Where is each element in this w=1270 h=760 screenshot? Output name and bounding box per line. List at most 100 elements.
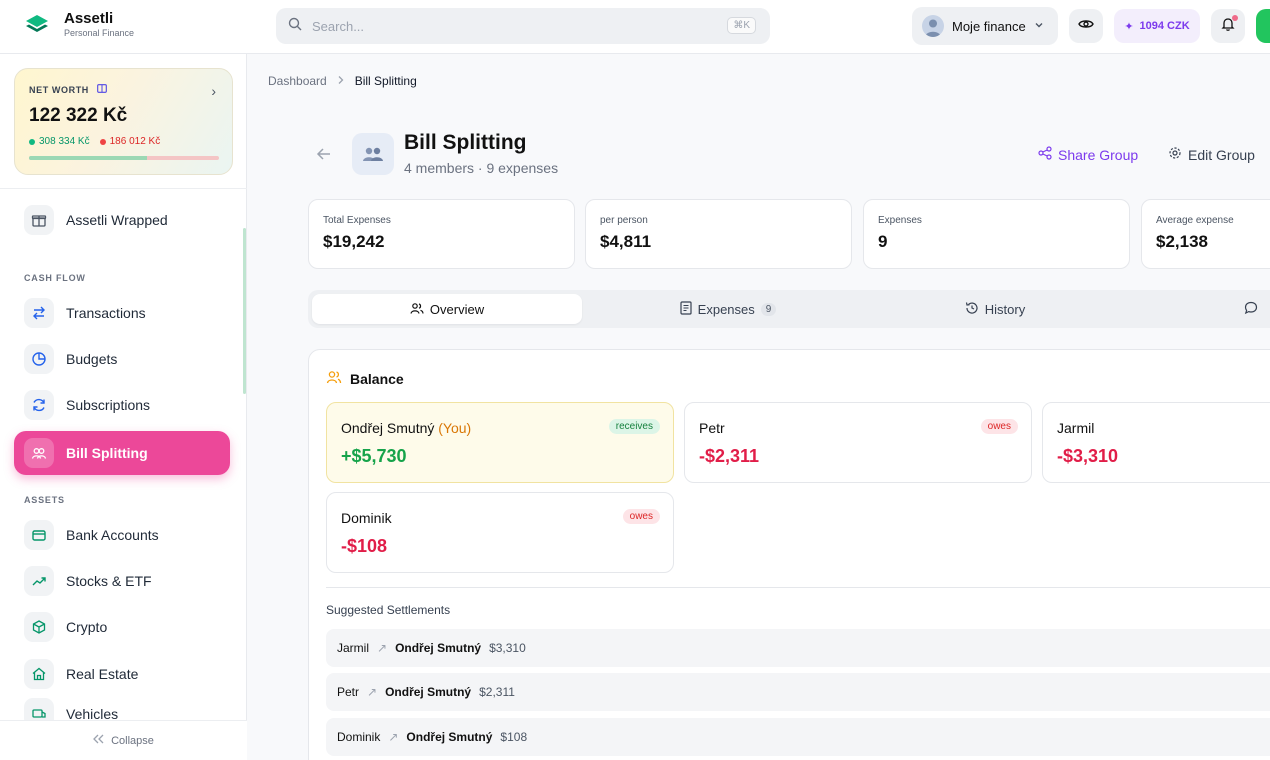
avatar — [922, 15, 944, 37]
tab-label: Overview — [429, 301, 485, 317]
settlement-row[interactable]: Dominik ↗ Ondřej Smutný $108 — [326, 718, 1270, 756]
member-card-petr[interactable]: Petr owes -$2,311 — [684, 402, 1032, 483]
you-tag: (You) — [438, 420, 472, 436]
sidebar-item-label: Subscriptions — [66, 397, 151, 413]
sidebar-item-transactions[interactable]: Transactions — [14, 291, 230, 335]
page-title: Bill Splitting — [404, 131, 527, 154]
tab-bar: Overview Expenses 9 History — [308, 290, 1270, 328]
history-icon — [965, 301, 979, 318]
sidebar-item-budgets[interactable]: Budgets — [14, 337, 230, 381]
gear-icon — [1168, 146, 1182, 163]
stat-label: per person — [600, 215, 648, 226]
sidebar-item-label: Transactions — [66, 305, 146, 321]
sidebar-item-stocks[interactable]: Stocks & ETF — [14, 559, 230, 603]
share-group-label: Share Group — [1058, 146, 1139, 163]
sidebar-item-bill-splitting[interactable]: Bill Splitting — [14, 431, 230, 475]
eye-icon — [1078, 16, 1094, 37]
vehicle-icon — [24, 698, 54, 720]
member-card-you[interactable]: Ondřej Smutný (You) receives +$5,730 — [326, 402, 674, 483]
member-balance: +$5,730 — [341, 446, 407, 466]
tab-expenses[interactable]: Expenses 9 — [588, 294, 868, 324]
member-name: Jarmil — [1057, 420, 1095, 436]
tab-count-badge: 9 — [760, 302, 777, 316]
gift-icon — [24, 205, 54, 235]
settlement-row[interactable]: Petr ↗ Ondřej Smutný $2,311 — [326, 673, 1270, 711]
stat-card-total: Total Expenses $19,242 — [308, 199, 575, 269]
settlement-row[interactable]: Jarmil ↗ Ondřej Smutný $3,310 — [326, 629, 1270, 667]
notification-dot — [1232, 15, 1238, 21]
stat-card-per-person: per person $4,811 — [585, 199, 852, 269]
sidebar-scrollbar[interactable] — [243, 228, 246, 394]
sidebar-item-wrapped[interactable]: Assetli Wrapped — [14, 198, 230, 242]
balance-heading: Balance — [326, 369, 404, 388]
settlement-from: Dominik — [337, 730, 381, 744]
tab-history[interactable]: History — [858, 294, 1132, 324]
brand-name: Assetli — [64, 10, 114, 27]
arrow-up-right-icon: ↗ — [388, 730, 399, 744]
search-input[interactable] — [312, 18, 692, 34]
sidebar-item-label: Assetli Wrapped — [66, 212, 168, 228]
sidebar-item-vehicles[interactable]: Vehicles — [14, 698, 230, 720]
back-arrow-icon[interactable] — [316, 146, 332, 167]
stat-card-expenses: Expenses 9 — [863, 199, 1130, 269]
status-badge: owes — [980, 419, 1018, 434]
group-icon — [352, 133, 394, 175]
refresh-icon — [24, 390, 54, 420]
status-badge: owes — [622, 509, 660, 524]
credits-button[interactable]: ✦ 1094 CZK — [1114, 9, 1200, 43]
collapse-button[interactable]: Collapse — [0, 720, 247, 760]
sidebar-item-label: Vehicles — [66, 706, 119, 720]
users-icon — [326, 369, 342, 388]
member-balance: -$3,310 — [1057, 446, 1119, 466]
privacy-toggle-button[interactable] — [1069, 9, 1103, 43]
settlement-amount: $2,311 — [479, 685, 515, 699]
sidebar-item-label: Crypto — [66, 619, 108, 635]
net-worth-label: NET WORTH — [29, 84, 89, 95]
chevron-down-icon — [1034, 17, 1044, 35]
sidebar-item-bank-accounts[interactable]: Bank Accounts — [14, 513, 230, 557]
stat-value: 9 — [878, 232, 888, 251]
chat-bubble-icon — [1244, 301, 1258, 318]
sidebar-item-crypto[interactable]: Crypto — [14, 605, 230, 649]
notifications-button[interactable] — [1211, 9, 1245, 43]
page-subtitle: 4 members · 9 expenses — [404, 160, 559, 176]
stat-label: Expenses — [878, 215, 922, 226]
asset-dot — [29, 138, 35, 145]
search-bar[interactable]: ⌘K — [276, 8, 770, 44]
pie-chart-icon — [24, 344, 54, 374]
chevron-right-icon[interactable]: › — [211, 83, 216, 99]
settlement-to: Ondřej Smutný — [385, 685, 472, 699]
sidebar-item-real-estate[interactable]: Real Estate — [14, 652, 230, 696]
brand[interactable]: Assetli Personal Finance — [24, 10, 134, 38]
section-label-cash-flow: CASH FLOW — [24, 273, 86, 283]
stat-value: $19,242 — [323, 232, 385, 251]
settlement-from: Petr — [337, 685, 360, 699]
status-badge: receives — [608, 419, 660, 434]
share-group-button[interactable]: Share Group — [1038, 146, 1138, 163]
tab-overview[interactable]: Overview — [312, 294, 582, 324]
sparkle-icon: ✦ — [1124, 20, 1134, 33]
breadcrumb-root[interactable]: Dashboard — [268, 74, 327, 88]
top-bar: Assetli Personal Finance ⌘K Moje finance… — [0, 0, 1270, 54]
action-button[interactable] — [1256, 9, 1270, 43]
collapse-label: Collapse — [111, 734, 154, 747]
edit-group-button[interactable]: Edit Group — [1168, 146, 1255, 163]
chevrons-left-icon — [93, 734, 105, 747]
sidebar-item-label: Bank Accounts — [66, 527, 159, 543]
sidebar: NET WORTH › 122 322 Kč 308 334 Kč 186 01… — [0, 54, 247, 760]
member-card-dominik[interactable]: Dominik owes -$108 — [326, 492, 674, 573]
sidebar-item-label: Real Estate — [66, 666, 139, 682]
settlement-from: Jarmil — [337, 641, 369, 655]
net-worth-card[interactable]: NET WORTH › 122 322 Kč 308 334 Kč 186 01… — [14, 68, 233, 175]
tab-comments[interactable] — [1244, 294, 1270, 324]
sidebar-item-label: Bill Splitting — [66, 445, 148, 461]
settlement-amount: $3,310 — [489, 641, 526, 655]
sidebar-item-label: Budgets — [66, 351, 118, 367]
tab-label: History — [984, 301, 1026, 317]
card-icon — [97, 84, 107, 95]
member-balance: -$108 — [341, 536, 388, 556]
member-card-jarmil[interactable]: Jarmil -$3,310 — [1042, 402, 1270, 483]
net-worth-bar-fill — [29, 156, 147, 160]
profile-switcher[interactable]: Moje finance — [912, 7, 1058, 45]
sidebar-item-subscriptions[interactable]: Subscriptions — [14, 383, 230, 427]
